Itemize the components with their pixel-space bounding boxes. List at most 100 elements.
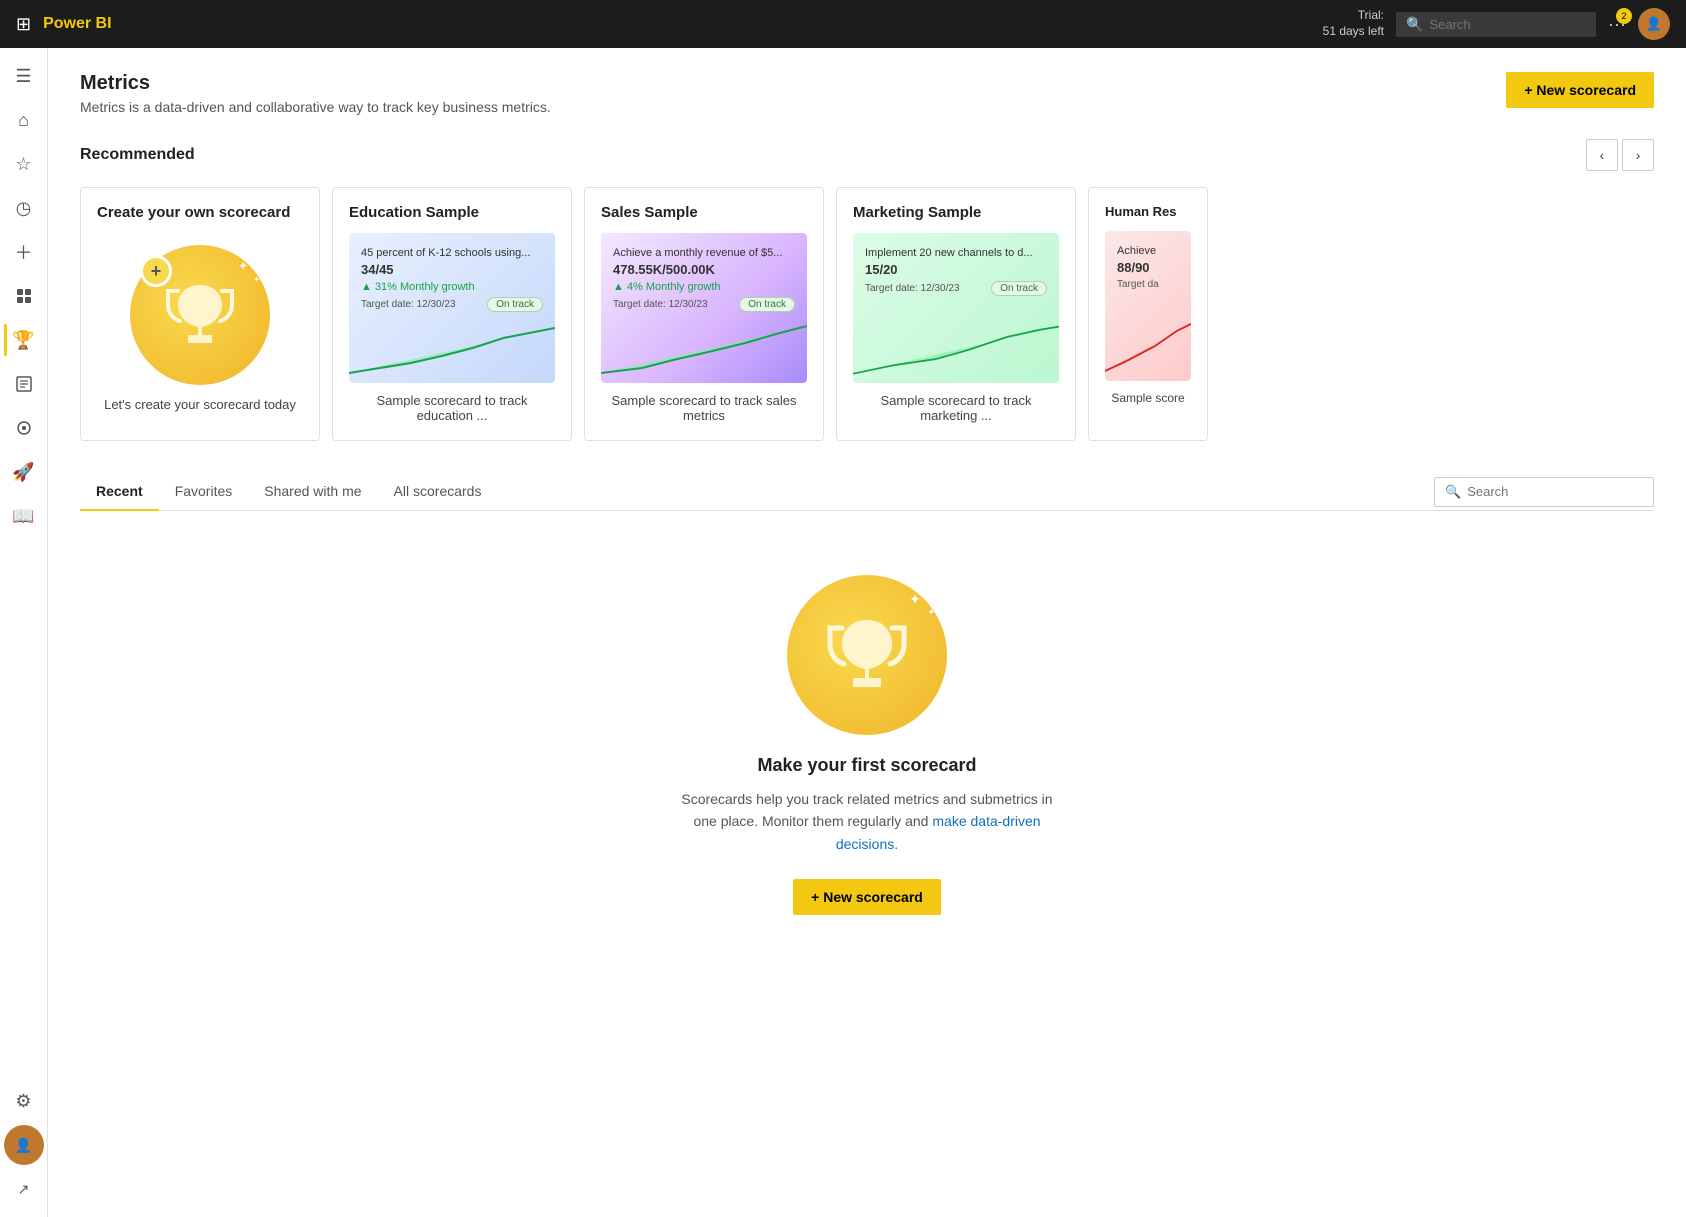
page-title: Metrics [80, 72, 551, 95]
recommended-cards-row: Create your own scorecard + ✦ ✦ Let's cr… [80, 187, 1654, 441]
page-header: Metrics Metrics is a data-driven and col… [80, 72, 1654, 115]
sidebar-item-settings[interactable]: ⚙ [4, 1081, 44, 1121]
topbar-search-icon: 🔍 [1406, 16, 1423, 33]
new-scorecard-button[interactable]: + New scorecard [1506, 72, 1654, 108]
sidebar-item-metrics[interactable]: 🏆 [4, 320, 44, 360]
marketing-target-date: Target date: 12/30/23 [865, 283, 960, 294]
sales-metric-text: Achieve a monthly revenue of $5... [613, 245, 795, 262]
create-card-body: + ✦ ✦ Let's create your scorecard today [97, 233, 303, 424]
scorecard-search-input[interactable] [1467, 484, 1643, 499]
empty-subtitle: Scorecards help you track related metric… [677, 788, 1057, 855]
education-metric-text: 45 percent of K-12 schools using... [361, 245, 543, 262]
trial-info: Trial: 51 days left [1323, 8, 1384, 39]
sparkle-3: ✦ [909, 591, 921, 608]
sidebar-item-monitor[interactable] [4, 408, 44, 448]
sidebar-item-reports[interactable] [4, 364, 44, 404]
education-card-description: Sample scorecard to track education ... [349, 393, 555, 423]
education-footer: Target date: 12/30/23 On track [361, 297, 543, 312]
sales-footer: Target date: 12/30/23 On track [613, 297, 795, 312]
sales-card-title: Sales Sample [601, 204, 807, 221]
avatar[interactable]: 👤 [1638, 8, 1670, 40]
nav-arrows: ‹ › [1586, 139, 1654, 171]
sidebar-item-menu[interactable]: ☰ [4, 56, 44, 96]
sales-growth: ▲ 4% Monthly growth [613, 281, 795, 293]
marketing-chart [853, 318, 1059, 383]
human-res-card-title: Human Res [1105, 204, 1191, 219]
sparkle-4: ✦ [927, 607, 935, 618]
empty-new-scorecard-button[interactable]: + New scorecard [793, 879, 941, 915]
nav-next-button[interactable]: › [1622, 139, 1654, 171]
empty-trophy-svg [822, 610, 912, 700]
create-scorecard-card[interactable]: Create your own scorecard + ✦ ✦ Let's cr… [80, 187, 320, 441]
marketing-footer: Target date: 12/30/23 On track [865, 281, 1047, 296]
scorecard-search-icon: 🔍 [1445, 484, 1461, 500]
education-chart [349, 318, 555, 383]
scorecard-search-box[interactable]: 🔍 [1434, 477, 1654, 507]
create-card-title: Create your own scorecard [97, 204, 303, 221]
sparkle-1: ✦ [238, 259, 248, 273]
nav-prev-button[interactable]: ‹ [1586, 139, 1618, 171]
sidebar-item-expand[interactable]: ↗ [4, 1169, 44, 1209]
trophy-svg-large [160, 275, 240, 355]
sales-card-description: Sample scorecard to track sales metrics [601, 393, 807, 423]
plus-circle: + [140, 255, 172, 287]
sales-sample-card[interactable]: Sales Sample Achieve a monthly revenue o… [584, 187, 824, 441]
notification-button[interactable]: ··· 2 [1608, 14, 1626, 35]
marketing-metric-text: Implement 20 new channels to d... [865, 245, 1047, 262]
topbar-search-input[interactable] [1429, 17, 1586, 32]
human-res-count: 88/90 [1117, 260, 1179, 275]
tab-all[interactable]: All scorecards [378, 473, 498, 511]
sparkle-2: ✦ [253, 275, 260, 284]
empty-trophy-circle: ✦ ✦ [787, 575, 947, 735]
human-res-chart [1105, 316, 1191, 381]
human-res-target-date: Target da [1117, 279, 1159, 290]
education-sample-card[interactable]: Education Sample 45 percent of K-12 scho… [332, 187, 572, 441]
sales-target-date: Target date: 12/30/23 [613, 299, 708, 310]
education-growth: ▲ 31% Monthly growth [361, 281, 543, 293]
tab-recent[interactable]: Recent [80, 473, 159, 511]
page-subtitle: Metrics is a data-driven and collaborati… [80, 99, 551, 115]
empty-title: Make your first scorecard [757, 755, 976, 776]
sidebar-item-recent[interactable]: ◷ [4, 188, 44, 228]
create-trophy-circle: + ✦ ✦ [130, 245, 270, 385]
empty-subtitle-link[interactable]: make data-driven decisions. [836, 813, 1041, 851]
human-res-metric-text: Achieve [1117, 243, 1179, 260]
grid-icon[interactable]: ⊞ [16, 14, 31, 35]
page-header-text: Metrics Metrics is a data-driven and col… [80, 72, 551, 115]
create-card-description: Let's create your scorecard today [104, 397, 296, 412]
sidebar-item-profile[interactable]: 👤 [4, 1125, 44, 1165]
sales-preview: Achieve a monthly revenue of $5... 478.5… [601, 233, 807, 383]
tab-favorites[interactable]: Favorites [159, 473, 249, 511]
app-body: ☰ ⌂ ☆ ◷ ＋ 🏆 🚀 📖 ⚙ 👤 ↗ Metrics Metrics is… [0, 48, 1686, 1217]
tab-shared[interactable]: Shared with me [248, 473, 377, 511]
education-card-title: Education Sample [349, 204, 555, 221]
marketing-count: 15/20 [865, 262, 1047, 277]
sidebar-item-create[interactable]: ＋ [4, 232, 44, 272]
marketing-preview: Implement 20 new channels to d... 15/20 … [853, 233, 1059, 383]
sidebar-item-favorites[interactable]: ☆ [4, 144, 44, 184]
recommended-section-header: Recommended ‹ › [80, 139, 1654, 171]
marketing-card-description: Sample scorecard to track marketing ... [853, 393, 1059, 423]
topbar-search-box[interactable]: 🔍 [1396, 12, 1596, 37]
tabs-row: Recent Favorites Shared with me All scor… [80, 473, 1654, 511]
human-res-sample-card[interactable]: Human Res Achieve 88/90 Target da Sample… [1088, 187, 1208, 441]
topbar: ⊞ Power BI Trial: 51 days left 🔍 ··· 2 👤 [0, 0, 1686, 48]
marketing-sample-card[interactable]: Marketing Sample Implement 20 new channe… [836, 187, 1076, 441]
human-res-card-description: Sample score [1105, 391, 1191, 405]
human-res-preview: Achieve 88/90 Target da [1105, 231, 1191, 381]
sidebar-item-home[interactable]: ⌂ [4, 100, 44, 140]
sidebar-item-deploy[interactable]: 🚀 [4, 452, 44, 492]
education-status-badge: On track [487, 297, 543, 312]
education-target-date: Target date: 12/30/23 [361, 299, 456, 310]
sidebar-item-learn[interactable]: 📖 [4, 496, 44, 536]
recommended-title: Recommended [80, 146, 195, 164]
marketing-status-badge: On track [991, 281, 1047, 296]
education-preview: 45 percent of K-12 schools using... 34/4… [349, 233, 555, 383]
education-count: 34/45 [361, 262, 543, 277]
notification-badge: 2 [1616, 8, 1632, 24]
sales-chart [601, 318, 807, 383]
app-logo: Power BI [43, 15, 111, 33]
human-res-footer: Target da [1117, 279, 1179, 290]
sidebar-item-data[interactable] [4, 276, 44, 316]
main-content: Metrics Metrics is a data-driven and col… [48, 48, 1686, 1217]
